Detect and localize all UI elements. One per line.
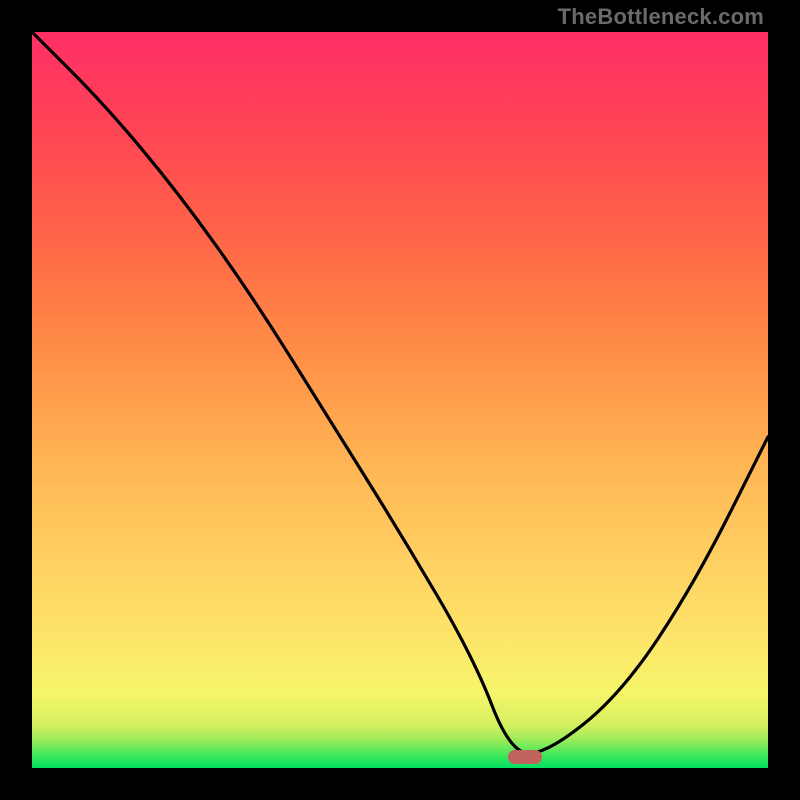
bottleneck-curve [32, 32, 768, 753]
watermark-text: TheBottleneck.com [558, 4, 764, 30]
plot-area [32, 32, 768, 768]
chart-frame: TheBottleneck.com [0, 0, 800, 800]
curve-svg [32, 32, 768, 768]
optimal-marker [508, 750, 542, 764]
